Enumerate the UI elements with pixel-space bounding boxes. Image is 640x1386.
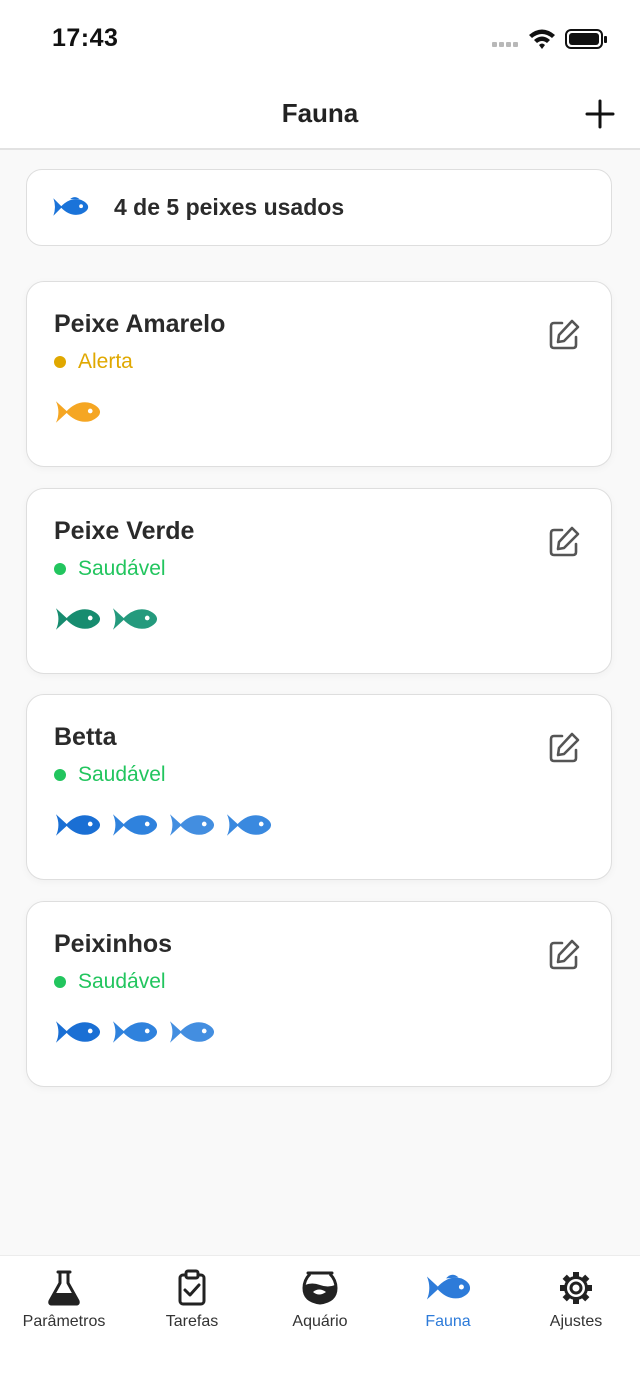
status-label: Saudável: [78, 763, 166, 786]
fauna-card-peixinhos[interactable]: Peixinhos Saudável: [26, 901, 612, 1087]
status-label: Saudável: [78, 970, 166, 993]
fish-icon: [112, 1021, 158, 1043]
fish-icon: [426, 1274, 471, 1300]
edit-icon: [549, 526, 580, 557]
edit-button[interactable]: [547, 938, 581, 972]
add-button[interactable]: [584, 98, 616, 130]
fish-icon: [55, 814, 101, 836]
tab-tarefas[interactable]: Tarefas: [128, 1268, 256, 1331]
fauna-name: Peixinhos: [54, 930, 173, 958]
fauna-name: Betta: [54, 723, 117, 751]
edit-icon: [549, 939, 580, 970]
tab-label: Parâmetros: [22, 1313, 106, 1330]
nav-bar: Fauna: [0, 80, 640, 150]
battery-icon: [565, 29, 607, 49]
status-label: Alerta: [78, 350, 133, 373]
status-icons: [492, 26, 610, 54]
fish-icon: [226, 814, 272, 836]
edit-button[interactable]: [547, 318, 581, 352]
fish-count-row: [54, 604, 168, 634]
edit-icon: [549, 319, 580, 350]
status-bar: 17:43: [0, 0, 640, 80]
tab-label: Ajustes: [549, 1313, 603, 1330]
tab-fauna[interactable]: Fauna: [384, 1268, 512, 1331]
edit-button[interactable]: [547, 525, 581, 559]
fish-icon: [51, 192, 89, 227]
status-badge: Saudável: [54, 969, 166, 995]
fauna-name: Peixe Amarelo: [54, 310, 226, 338]
fauna-card-peixe-amarelo[interactable]: Peixe Amarelo Alerta: [26, 281, 612, 467]
fish-count-row: [54, 397, 111, 427]
gear-icon: [560, 1272, 592, 1304]
status-dot: [54, 769, 66, 781]
fauna-card-betta[interactable]: Betta Saudável: [26, 694, 612, 880]
wifi-icon: [529, 29, 555, 49]
tab-bar: Parâmetros Tarefas Aquário Fauna Ajustes: [0, 1255, 640, 1386]
fish-count-row: [54, 1017, 225, 1047]
status-badge: Saudável: [54, 762, 166, 788]
tab-label: Aquário: [292, 1313, 348, 1330]
status-badge: Alerta: [54, 349, 133, 375]
fish-icon: [169, 814, 215, 836]
fish-icon: [112, 608, 158, 630]
fauna-name: Peixe Verde: [54, 517, 195, 545]
status-dot: [54, 563, 66, 575]
tab-ajustes[interactable]: Ajustes: [512, 1268, 640, 1331]
status-time: 17:43: [52, 24, 119, 52]
plus-icon: [585, 99, 615, 129]
fish-count-row: [54, 810, 282, 840]
fish-icon: [112, 814, 158, 836]
tab-parametros[interactable]: Parâmetros: [0, 1268, 128, 1331]
edit-icon: [549, 732, 580, 763]
fish-usage-card: 4 de 5 peixes usados: [26, 169, 612, 246]
fishbowl-icon: [302, 1271, 338, 1305]
tab-label: Fauna: [425, 1313, 471, 1330]
edit-button[interactable]: [547, 731, 581, 765]
cellular-signal-icon: [492, 42, 518, 47]
fish-icon: [55, 401, 101, 423]
clipboard-check-icon: [178, 1269, 206, 1306]
fish-icon: [55, 608, 101, 630]
status-badge: Saudável: [54, 556, 166, 582]
status-dot: [54, 356, 66, 368]
fish-usage-text: 4 de 5 peixes usados: [114, 194, 345, 220]
tab-aquario[interactable]: Aquário: [256, 1268, 384, 1331]
tab-label: Tarefas: [165, 1313, 219, 1330]
fish-icon: [169, 1021, 215, 1043]
status-dot: [54, 976, 66, 988]
fish-icon: [55, 1021, 101, 1043]
page-title: Fauna: [281, 98, 359, 128]
flask-icon: [48, 1270, 80, 1306]
fauna-card-peixe-verde[interactable]: Peixe Verde Saudável: [26, 488, 612, 674]
status-label: Saudável: [78, 557, 166, 580]
